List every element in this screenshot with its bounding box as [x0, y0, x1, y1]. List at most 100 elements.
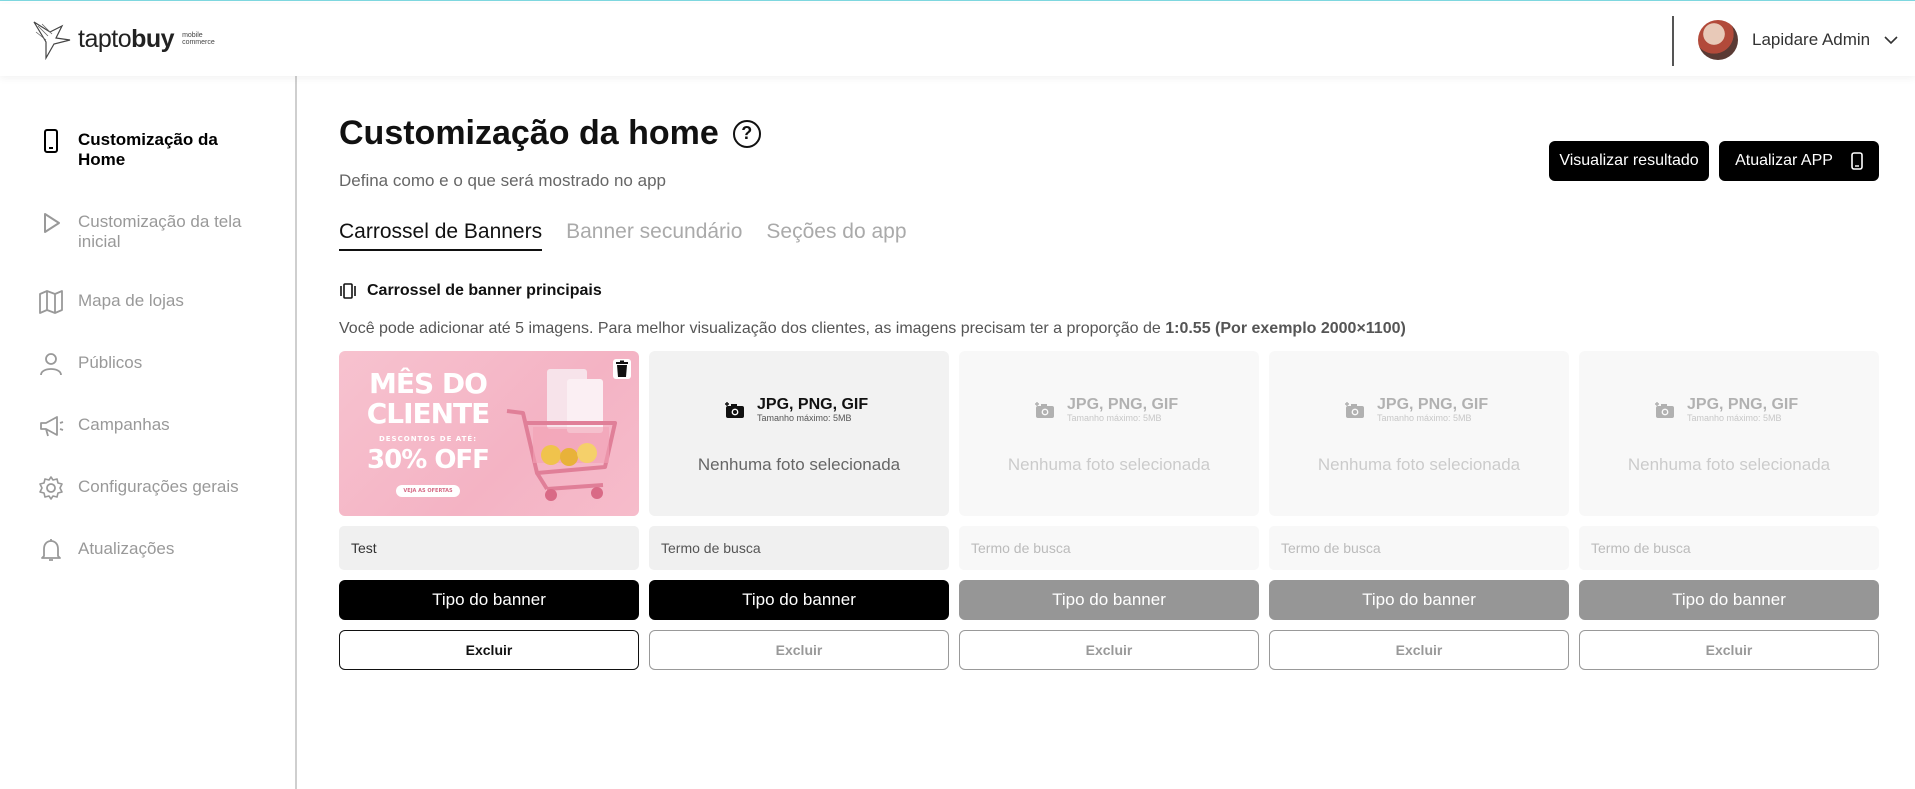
banner-slots: MÊS DO CLIENTE DESCONTOS DE ATÉ: 30% OFF…	[339, 351, 1879, 670]
shopping-cart-illustration	[506, 369, 617, 501]
upload-header: JPG, PNG, GIF Tamanho máximo: 5MB	[1345, 397, 1488, 423]
sidebar-item-audiences[interactable]: Públicos	[38, 351, 258, 377]
bird-logo-icon	[33, 21, 71, 60]
search-term-input[interactable]: Termo de busca	[959, 526, 1259, 570]
banner-slot: JPG, PNG, GIF Tamanho máximo: 5MB Nenhuma…	[1269, 351, 1569, 670]
upload-header: JPG, PNG, GIF Tamanho máximo: 5MB	[725, 397, 868, 423]
upload-max-size: Tamanho máximo: 5MB	[757, 413, 852, 423]
trash-icon[interactable]	[613, 359, 631, 379]
delete-button[interactable]: Excluir	[1579, 630, 1879, 670]
sidebar-item-store-map[interactable]: Mapa de lojas	[38, 289, 258, 315]
header-divider	[1672, 16, 1674, 66]
add-photo-icon	[1345, 402, 1364, 418]
phone-icon	[1851, 152, 1863, 170]
sidebar-item-label: Atualizações	[78, 539, 175, 558]
sidebar-item-label: Mapa de lojas	[78, 291, 184, 310]
search-term-input[interactable]: Termo de busca	[1269, 526, 1569, 570]
upload-empty-text: Nenhuma foto selecionada	[697, 455, 901, 474]
image-upload-area[interactable]: JPG, PNG, GIF Tamanho máximo: 5MB Nenhuma…	[649, 351, 949, 516]
user-name: Lapidare Admin	[1752, 30, 1871, 49]
sidebar-item-campaigns[interactable]: Campanhas	[38, 413, 258, 439]
add-photo-icon	[1035, 402, 1054, 418]
logo-wordmark: taptobuy	[78, 25, 175, 54]
banner-image-text: MÊS DO CLIENTE DESCONTOS DE ATÉ: 30% OFF…	[353, 369, 503, 497]
tab-banner-carousel[interactable]: Carrossel de Banners	[339, 220, 543, 251]
page-title: Customização da home ?	[339, 114, 761, 153]
delete-button[interactable]: Excluir	[649, 630, 949, 670]
taptobuy-logo[interactable]: taptobuy mobile commerce	[32, 18, 215, 60]
chevron-down-icon	[1884, 36, 1898, 45]
sidebar: Customização da Home Customização da tel…	[0, 76, 297, 789]
sidebar-item-updates[interactable]: Atualizações	[38, 537, 258, 563]
sidebar-item-label: Configurações gerais	[78, 477, 239, 496]
upload-formats: JPG, PNG, GIF	[757, 396, 869, 413]
play-icon	[44, 213, 60, 233]
delete-button[interactable]: Excluir	[1269, 630, 1569, 670]
image-upload-area[interactable]: JPG, PNG, GIF Tamanho máximo: 5MB Nenhuma…	[1579, 351, 1879, 516]
update-app-button[interactable]: Atualizar APP	[1719, 141, 1879, 181]
upload-empty-text: Nenhuma foto selecionada	[1627, 455, 1831, 474]
upload-header: JPG, PNG, GIF Tamanho máximo: 5MB	[1035, 397, 1178, 423]
page-subtitle: Defina como e o que será mostrado no app	[339, 171, 666, 190]
banner-slot: MÊS DO CLIENTE DESCONTOS DE ATÉ: 30% OFF…	[339, 351, 639, 670]
top-header: taptobuy mobile commerce Lapidare Admin	[0, 4, 1915, 76]
sidebar-item-label: Customização da tela inicial	[78, 212, 242, 251]
person-icon	[40, 353, 62, 376]
upload-formats: JPG, PNG, GIF	[1067, 396, 1179, 413]
banner-slot: JPG, PNG, GIF Tamanho máximo: 5MB Nenhuma…	[649, 351, 949, 670]
search-term-input[interactable]: Termo de busca	[649, 526, 949, 570]
section-info: Você pode adicionar até 5 imagens. Para …	[339, 320, 1406, 338]
add-photo-icon	[1655, 402, 1674, 418]
bell-icon	[41, 539, 61, 561]
logo-sub-2: commerce	[182, 39, 215, 46]
sidebar-item-general-settings[interactable]: Configurações gerais	[38, 475, 258, 501]
upload-max-size: Tamanho máximo: 5MB	[1377, 413, 1472, 423]
image-upload-area[interactable]: JPG, PNG, GIF Tamanho máximo: 5MB Nenhuma…	[1269, 351, 1569, 516]
help-icon[interactable]: ?	[732, 119, 761, 148]
delete-button[interactable]: Excluir	[339, 630, 639, 670]
upload-empty-text: Nenhuma foto selecionada	[1007, 455, 1211, 474]
upload-empty-text: Nenhuma foto selecionada	[1317, 455, 1521, 474]
sidebar-item-label: Campanhas	[78, 415, 170, 434]
search-term-input[interactable]: Termo de busca	[1579, 526, 1879, 570]
tab-secondary-banner[interactable]: Banner secundário	[566, 220, 742, 251]
gear-icon	[39, 476, 63, 500]
banner-image[interactable]: MÊS DO CLIENTE DESCONTOS DE ATÉ: 30% OFF…	[339, 351, 639, 516]
banner-cta: VEJA AS OFERTAS	[396, 485, 460, 497]
info-prefix: Você pode adicionar até 5 imagens. Para …	[339, 320, 1166, 337]
tab-app-sections[interactable]: Seções do app	[766, 220, 906, 251]
delete-button[interactable]: Excluir	[959, 630, 1259, 670]
image-upload-area[interactable]: JPG, PNG, GIF Tamanho máximo: 5MB Nenhuma…	[959, 351, 1259, 516]
phone-icon	[44, 129, 58, 153]
logo-subtitle: mobile commerce	[182, 32, 215, 46]
tab-bar: Carrossel de Banners Banner secundário S…	[339, 220, 907, 251]
search-term-input[interactable]: Test	[339, 526, 639, 570]
page-title-text: Customização da home	[339, 114, 719, 152]
carousel-icon	[340, 283, 356, 299]
avatar	[1698, 20, 1738, 60]
update-app-label: Atualizar APP	[1735, 152, 1833, 169]
sidebar-item-home-customization[interactable]: Customização da Home	[38, 128, 258, 170]
banner-type-button[interactable]: Tipo do banner	[339, 580, 639, 620]
sidebar-item-label: Customização da Home	[78, 130, 218, 169]
upload-max-size: Tamanho máximo: 5MB	[1067, 413, 1162, 423]
user-menu[interactable]: Lapidare Admin	[1698, 20, 1898, 60]
section-title: Carrossel de banner principais	[339, 282, 602, 300]
section-title-text: Carrossel de banner principais	[367, 282, 602, 299]
banner-slot: JPG, PNG, GIF Tamanho máximo: 5MB Nenhuma…	[959, 351, 1259, 670]
banner-line-4: 30% OFF	[367, 445, 490, 475]
banner-type-button[interactable]: Tipo do banner	[1579, 580, 1879, 620]
preview-result-button[interactable]: Visualizar resultado	[1549, 141, 1709, 181]
upload-formats: JPG, PNG, GIF	[1377, 396, 1489, 413]
upload-max-size: Tamanho máximo: 5MB	[1687, 413, 1782, 423]
upload-formats: JPG, PNG, GIF	[1687, 396, 1799, 413]
add-photo-icon	[725, 402, 744, 418]
banner-type-button[interactable]: Tipo do banner	[1269, 580, 1569, 620]
map-icon	[39, 290, 63, 314]
banner-type-button[interactable]: Tipo do banner	[649, 580, 949, 620]
banner-line-2: CLIENTE	[366, 397, 491, 430]
upload-header: JPG, PNG, GIF Tamanho máximo: 5MB	[1655, 397, 1798, 423]
sidebar-item-initial-screen[interactable]: Customização da tela inicial	[38, 210, 258, 252]
banner-line-3: DESCONTOS DE ATÉ:	[378, 435, 478, 443]
banner-type-button[interactable]: Tipo do banner	[959, 580, 1259, 620]
